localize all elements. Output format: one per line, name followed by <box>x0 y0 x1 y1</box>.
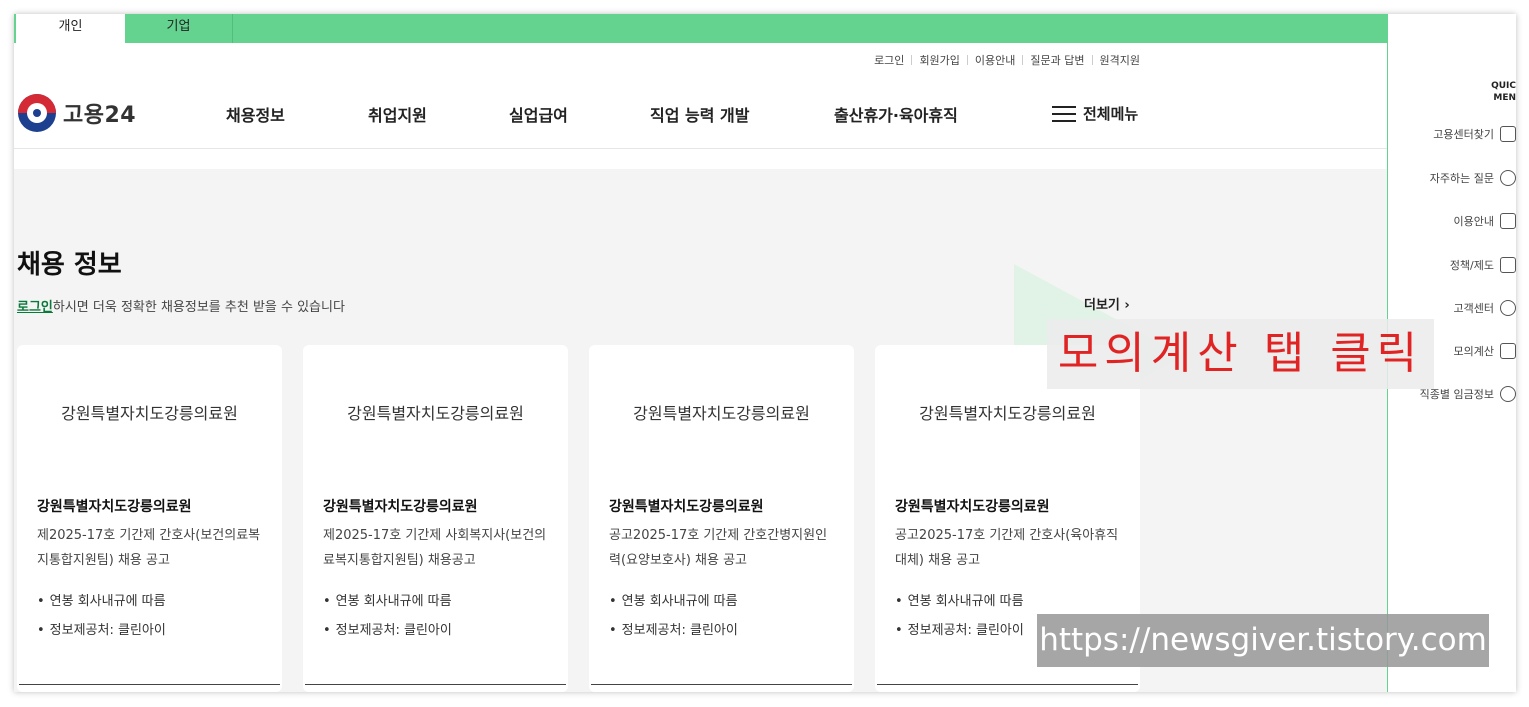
job-title: 공고2025-17호 기간제 간호사(육아휴직대체) 채용 공고 <box>895 528 1119 568</box>
tab-personal[interactable]: 개인 <box>14 14 125 43</box>
nav-skill-development[interactable]: 직업 능력 개발 <box>650 102 749 126</box>
card-divider <box>591 684 852 685</box>
org-name: 강원특별자치도강릉의료원 <box>895 499 1050 515</box>
quick-menu-title: QUIC MEN <box>1491 80 1516 104</box>
card-divider <box>877 684 1138 685</box>
site-logo[interactable]: 고용24 <box>18 94 136 132</box>
nav-employment-support[interactable]: 취업지원 <box>368 102 427 126</box>
remote-support-link[interactable]: 원격지원 <box>1100 52 1140 68</box>
divider <box>1091 55 1093 65</box>
quick-menu-title-line2: MEN <box>1493 93 1516 103</box>
quick-item-customer-center[interactable]: 고객센터 <box>1454 300 1516 316</box>
org-name: 강원특별자치도강릉의료원 <box>323 499 478 515</box>
section-description-text: 하시면 더욱 정확한 채용정보를 추천 받을 수 있습니다 <box>52 300 345 315</box>
taegeuk-logo-icon <box>18 94 56 132</box>
quick-item-label: 모의계산 <box>1453 345 1494 358</box>
watermark-url: https://newsgiver.tistory.com <box>1037 614 1489 667</box>
chat-bubble-icon <box>1500 170 1516 186</box>
source-info: 정보제공처: 클린아이 <box>895 619 1024 638</box>
annotation-caption: 모의계산 탭 클릭 <box>1047 319 1434 389</box>
quick-item-policy[interactable]: 정책/제도 <box>1450 257 1516 273</box>
guide-link[interactable]: 이용안내 <box>975 52 1015 68</box>
salary-info: 연봉 회사내규에 따름 <box>895 590 1024 609</box>
org-logo: 강원특별자치도강릉의료원 <box>347 404 524 423</box>
source-info: 정보제공처: 클린아이 <box>609 619 738 638</box>
quick-item-mock-calculation[interactable]: 모의계산 <box>1454 343 1516 359</box>
hamburger-icon <box>1052 105 1076 122</box>
coins-icon <box>1500 386 1516 402</box>
quick-menu-title-line1: QUIC <box>1491 81 1516 91</box>
all-menu-label: 전체메뉴 <box>1083 105 1139 123</box>
org-name: 강원특별자치도강릉의료원 <box>37 499 192 515</box>
card-divider <box>305 684 566 685</box>
quick-item-label: 자주하는 질문 <box>1429 172 1494 185</box>
quick-item-wage-info[interactable]: 직종별 임금정보 <box>1420 386 1516 402</box>
tab-business[interactable]: 기업 <box>125 14 233 43</box>
utility-links: 로그인 회원가입 이용안내 질문과 답변 원격지원 <box>874 52 1140 68</box>
job-card[interactable]: 강원특별자치도강릉의료원 강원특별자치도강릉의료원 제2025-17호 기간제 … <box>303 345 568 692</box>
job-title: 제2025-17호 기간제 사회복지사(보건의료복지통합지원팀) 채용공고 <box>323 528 547 568</box>
job-title: 제2025-17호 기간제 간호사(보건의료복지통합지원팀) 채용 공고 <box>37 528 261 568</box>
nav-unemployment-benefit[interactable]: 실업급여 <box>509 102 568 126</box>
quick-item-label: 정책/제도 <box>1449 259 1494 272</box>
calculator-icon <box>1500 343 1516 359</box>
divider <box>966 55 968 65</box>
job-card[interactable]: 강원특별자치도강릉의료원 강원특별자치도강릉의료원 공고2025-17호 기간제… <box>589 345 854 692</box>
all-menu-button[interactable]: 전체메뉴 <box>1052 103 1138 124</box>
quick-item-guide[interactable]: 이용안내 <box>1454 213 1516 229</box>
building-icon <box>1500 126 1516 142</box>
nav-maternity-leave[interactable]: 출산휴가·육아휴직 <box>834 102 958 126</box>
audience-tab-bar: 개인 기업 <box>14 14 1388 43</box>
section-title: 채용 정보 <box>17 250 122 280</box>
header-divider <box>14 148 1388 149</box>
quick-item-label: 고객센터 <box>1453 302 1494 315</box>
smile-icon <box>1500 300 1516 316</box>
login-link[interactable]: 로그인 <box>874 52 904 68</box>
section-description: 로그인하시면 더욱 정확한 채용정보를 추천 받을 수 있습니다 <box>17 296 345 315</box>
divider <box>911 55 913 65</box>
salary-info: 연봉 회사내규에 따름 <box>37 590 166 609</box>
nav-recruit-info[interactable]: 채용정보 <box>226 102 285 126</box>
monitor-icon <box>1500 213 1516 229</box>
org-name: 강원특별자치도강릉의료원 <box>609 499 764 515</box>
salary-info: 연봉 회사내규에 따름 <box>609 590 738 609</box>
logo-text: 고용24 <box>63 103 137 128</box>
quick-item-label: 이용안내 <box>1453 215 1494 228</box>
salary-info: 연봉 회사내규에 따름 <box>323 590 452 609</box>
job-title: 공고2025-17호 기간제 간호간병지원인력(요양보호사) 채용 공고 <box>609 528 828 568</box>
login-prompt-link[interactable]: 로그인 <box>17 300 53 315</box>
card-divider <box>19 684 280 685</box>
source-info: 정보제공처: 클린아이 <box>37 619 166 638</box>
quick-item-center-finder[interactable]: 고용센터찾기 <box>1433 126 1516 142</box>
quick-item-label: 고용센터찾기 <box>1433 128 1494 141</box>
signup-link[interactable]: 회원가입 <box>919 52 959 68</box>
org-logo: 강원특별자치도강릉의료원 <box>919 404 1096 423</box>
quick-item-faq[interactable]: 자주하는 질문 <box>1430 170 1516 186</box>
org-logo: 강원특별자치도강릉의료원 <box>633 404 810 423</box>
org-logo: 강원특별자치도강릉의료원 <box>61 404 238 423</box>
qna-link[interactable]: 질문과 답변 <box>1030 52 1084 68</box>
more-button[interactable]: 더보기 › <box>1084 294 1130 313</box>
divider <box>1022 55 1024 65</box>
checklist-icon <box>1500 257 1516 273</box>
source-info: 정보제공처: 클린아이 <box>323 619 452 638</box>
job-card[interactable]: 강원특별자치도강릉의료원 강원특별자치도강릉의료원 제2025-17호 기간제 … <box>17 345 282 692</box>
